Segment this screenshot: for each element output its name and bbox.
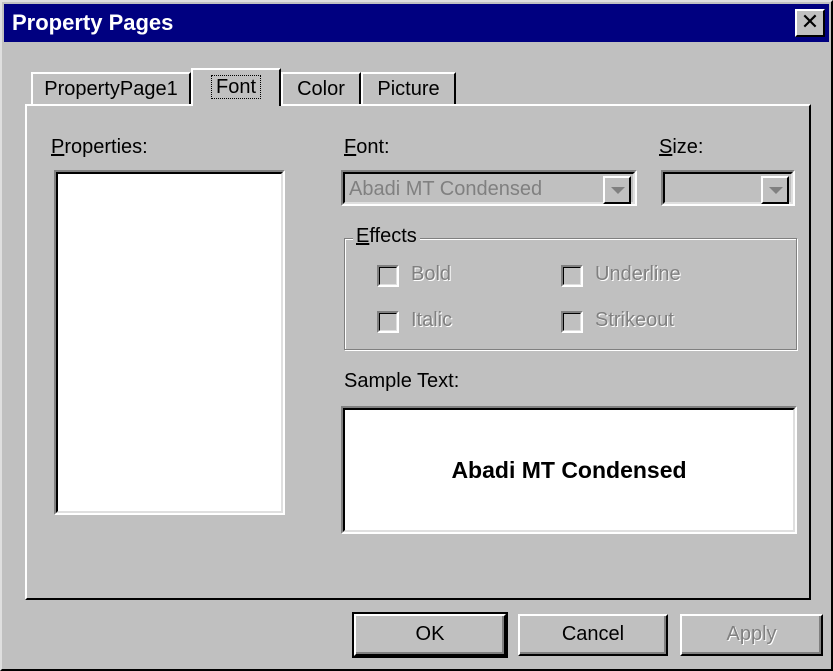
close-button[interactable]: ✕	[795, 9, 825, 37]
tab-picture[interactable]: Picture	[361, 72, 456, 104]
apply-button[interactable]: Apply	[680, 614, 823, 656]
font-combobox-value: Abadi MT Condensed	[349, 178, 543, 200]
title-bar: Property Pages ✕	[4, 4, 829, 42]
strikeout-label: Strikeout	[595, 309, 674, 331]
tab-font[interactable]: Font	[191, 68, 281, 106]
effects-groupbox: Effects Bold Italic Underline Strikeout	[344, 225, 797, 350]
chevron-down-icon	[769, 187, 783, 194]
property-pages-dialog: Property Pages ✕ PropertyPage1 Font Colo…	[0, 0, 833, 671]
tab-label: Color	[297, 78, 345, 100]
properties-label: Properties:	[51, 136, 148, 158]
italic-label: Italic	[411, 309, 453, 331]
strikeout-checkbox[interactable]	[561, 311, 583, 333]
tab-label: Font	[210, 75, 262, 99]
font-dropdown-button[interactable]	[603, 176, 631, 204]
font-tab-panel: Properties: Font: Abadi MT Condensed Siz…	[25, 104, 811, 600]
sample-text-label: Sample Text:	[344, 370, 460, 392]
chevron-down-icon	[611, 187, 625, 194]
italic-checkbox[interactable]	[377, 311, 399, 333]
sample-text-box: Abadi MT Condensed	[341, 406, 797, 534]
window-title: Property Pages	[12, 10, 174, 35]
tab-propertypage1[interactable]: PropertyPage1	[31, 72, 191, 104]
underline-label: Underline	[595, 263, 681, 285]
size-label: Size:	[659, 136, 704, 158]
tab-label: PropertyPage1	[44, 78, 178, 100]
properties-list[interactable]	[54, 170, 285, 515]
bold-label: Bold	[411, 263, 452, 285]
tab-label: Picture	[377, 78, 440, 100]
ok-button[interactable]: OK	[352, 612, 508, 658]
underline-checkbox[interactable]	[561, 265, 583, 287]
tab-color[interactable]: Color	[281, 72, 361, 104]
size-dropdown-button[interactable]	[761, 176, 789, 204]
close-icon: ✕	[800, 9, 820, 34]
sample-text: Abadi MT Condensed	[451, 456, 687, 483]
font-combobox[interactable]: Abadi MT Condensed	[341, 170, 637, 206]
cancel-button[interactable]: Cancel	[518, 614, 668, 656]
bold-checkbox[interactable]	[377, 265, 399, 287]
size-combobox[interactable]	[661, 170, 795, 206]
effects-label: Effects	[353, 225, 420, 248]
font-label: Font:	[344, 136, 390, 158]
